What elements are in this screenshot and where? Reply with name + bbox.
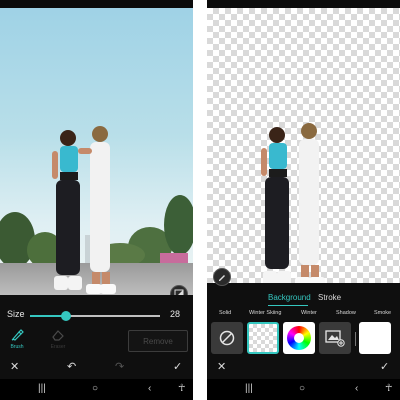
check-icon[interactable]: ✓ [173, 360, 182, 373]
eraser-icon [52, 330, 64, 341]
size-value: 28 [170, 309, 181, 319]
system-nav-bar: ||| ○ ‹ ☥ [0, 379, 193, 400]
option-label-shadow: Shadow [336, 310, 356, 316]
option-winter[interactable] [283, 322, 315, 354]
slider-thumb[interactable] [61, 311, 72, 321]
brush-size-slider[interactable] [30, 311, 160, 321]
eraser-tool-button[interactable]: Eraser [43, 328, 73, 356]
brush-size-control: Size 28 [0, 305, 193, 325]
status-bar [207, 0, 400, 8]
back-icon[interactable]: ‹ [148, 383, 151, 394]
back-icon[interactable]: ‹ [355, 383, 358, 394]
close-icon[interactable]: ✕ [10, 360, 19, 373]
status-bar [0, 0, 193, 8]
tab-background[interactable]: Background [268, 293, 311, 302]
close-icon[interactable]: ✕ [217, 360, 226, 373]
background-option-labels: Solid Winter Skiing Winter Shadow Smoke [207, 310, 400, 320]
remove-button[interactable]: Remove [128, 330, 188, 352]
option-winter-skiing[interactable] [247, 322, 279, 354]
right-action-bar: ✕ ✓ [207, 360, 400, 376]
accessibility-icon[interactable]: ☥ [178, 383, 185, 394]
tab-stroke[interactable]: Stroke [318, 293, 341, 302]
recents-icon[interactable]: ||| [245, 383, 253, 394]
option-label-smoke: Smoke [374, 310, 392, 316]
edit-button[interactable] [213, 268, 231, 286]
option-label-winter-skiing: Winter Skiing [249, 310, 282, 316]
home-icon[interactable]: ○ [299, 383, 305, 394]
divider [355, 332, 356, 346]
option-label-winter: Winter [301, 310, 317, 316]
photo-canvas[interactable] [0, 8, 193, 295]
cutout-canvas[interactable] [207, 8, 400, 283]
brush-icon [11, 329, 24, 341]
brush-tool-button[interactable]: Brush [2, 328, 32, 356]
option-solid[interactable] [211, 322, 243, 354]
check-icon[interactable]: ✓ [380, 360, 389, 373]
left-action-bar: ✕ ↶ ↷ ✓ [0, 360, 193, 376]
options-tabs: Background Stroke [207, 292, 400, 306]
size-label: Size [7, 309, 25, 319]
color-wheel-icon [287, 326, 311, 350]
option-shadow[interactable] [319, 322, 351, 354]
cutout-subject [261, 123, 325, 283]
none-icon [219, 330, 235, 346]
image-add-icon [325, 330, 345, 347]
undo-icon[interactable]: ↶ [67, 360, 76, 373]
accessibility-icon[interactable]: ☥ [385, 383, 392, 394]
compare-icon [174, 289, 184, 295]
right-editor-screen: Background Stroke Solid Winter Skiing Wi… [207, 0, 400, 400]
eraser-tool-label: Eraser [50, 344, 66, 350]
active-tab-indicator [268, 305, 308, 306]
left-editor-screen: Size 28 Brush Eraser Remove ✕ ↶ ↷ ✓ ||| … [0, 0, 193, 400]
brush-tool-label: Brush [10, 344, 24, 350]
redo-icon[interactable]: ↷ [115, 360, 124, 373]
option-smoke[interactable] [359, 322, 391, 354]
recents-icon[interactable]: ||| [38, 383, 46, 394]
pencil-icon [219, 275, 225, 281]
two-women-subject [52, 126, 116, 294]
option-label-solid: Solid [219, 310, 232, 316]
system-nav-bar: ||| ○ ‹ ☥ [207, 379, 400, 400]
home-icon[interactable]: ○ [92, 383, 98, 394]
